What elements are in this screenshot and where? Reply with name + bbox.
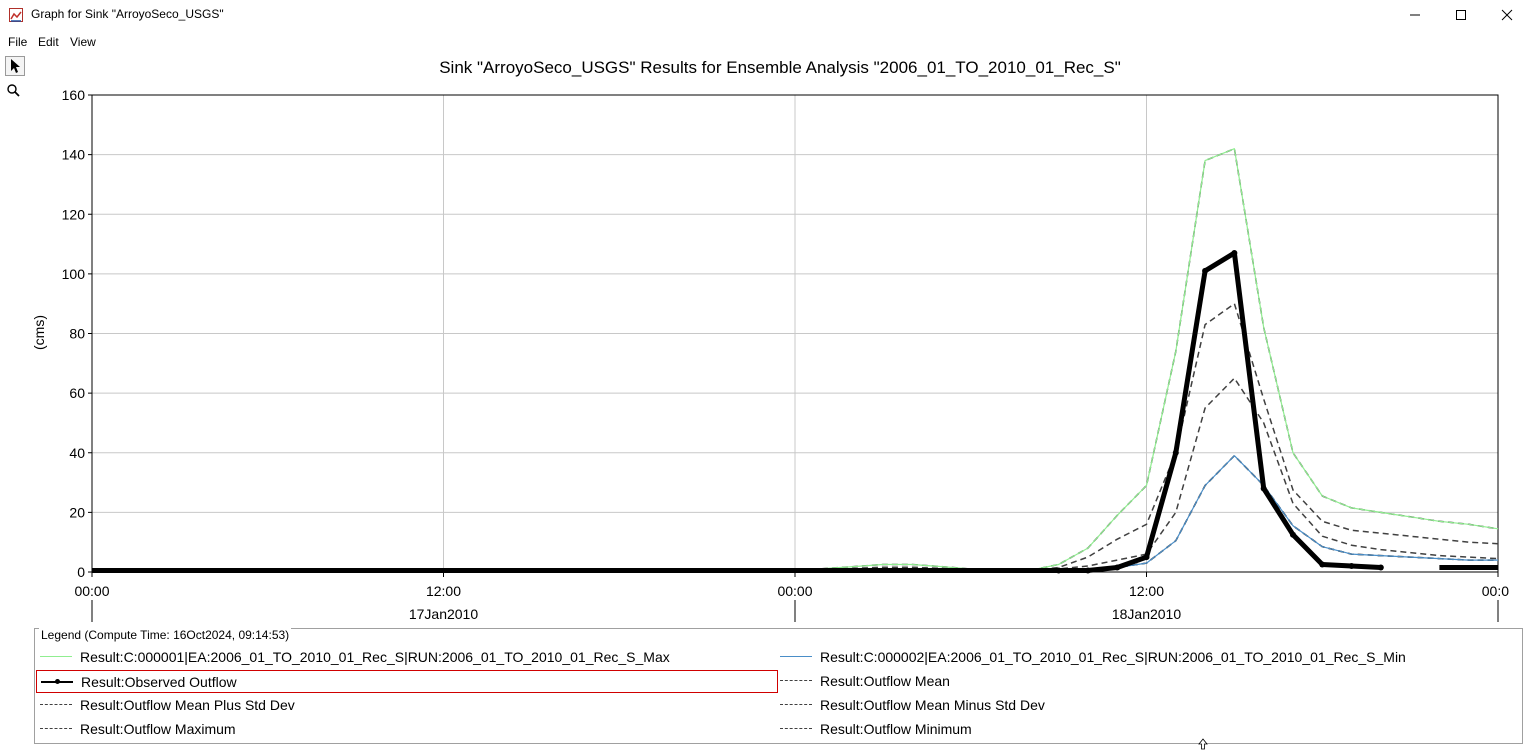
y-tick-label: 80 [69, 326, 85, 342]
observed-point [1231, 250, 1238, 257]
legend-swatch [40, 704, 72, 705]
x-date-label: 18Jan2010 [1112, 606, 1182, 622]
y-tick-label: 60 [69, 385, 85, 401]
legend-item-observed-outflow[interactable]: Result:Observed Outflow [36, 670, 778, 693]
observed-point [1348, 563, 1355, 570]
chart-title: Sink "ArroyoSeco_USGS" Results for Ensem… [439, 58, 1121, 77]
y-tick-label: 20 [69, 504, 85, 520]
y-tick-label: 140 [62, 147, 86, 163]
observed-point [1260, 485, 1267, 492]
legend-item-outflow-mean[interactable]: Result:Outflow Mean [776, 670, 1518, 692]
legend-swatch [780, 728, 812, 729]
marker-icon [55, 679, 60, 684]
legend-swatch [780, 704, 812, 705]
legend-swatch [780, 680, 812, 681]
legend-item-mean-plus-std[interactable]: Result:Outflow Mean Plus Std Dev [36, 694, 778, 716]
observed-point [1114, 564, 1121, 571]
legend-title: Legend (Compute Time: 16Oct2024, 09:14:5… [39, 628, 292, 642]
legend-swatch [40, 728, 72, 729]
legend-item-min-run[interactable]: Result:C:000002|EA:2006_01_TO_2010_01_Re… [776, 646, 1518, 668]
x-tick-label: 12:00 [1129, 583, 1164, 599]
x-tick-label: 12:00 [426, 583, 461, 599]
legend-item-max-run[interactable]: Result:C:000001|EA:2006_01_TO_2010_01_Re… [36, 646, 778, 668]
observed-point [1084, 567, 1091, 574]
y-tick-label: 40 [69, 445, 85, 461]
observed-point [1319, 561, 1326, 568]
legend-item-mean-minus-std[interactable]: Result:Outflow Mean Minus Std Dev [776, 694, 1518, 716]
x-tick-label: 00:00 [777, 583, 812, 599]
observed-point [1377, 564, 1384, 571]
observed-point [1143, 554, 1150, 561]
splitter-handle-icon[interactable] [1198, 738, 1208, 750]
observed-point [1055, 567, 1062, 574]
chart: Sink "ArroyoSeco_USGS" Results for Ensem… [31, 58, 1509, 622]
legend-swatch [780, 656, 812, 657]
x-tick-label: 00:00 [74, 583, 109, 599]
legend-item-outflow-minimum[interactable]: Result:Outflow Minimum [776, 718, 1518, 740]
legend-item-outflow-maximum[interactable]: Result:Outflow Maximum [36, 718, 778, 740]
legend-swatch [40, 656, 72, 657]
observed-point [1202, 267, 1209, 274]
y-tick-label: 160 [62, 87, 86, 103]
y-axis-label: (cms) [31, 315, 47, 350]
y-tick-label: 0 [77, 564, 85, 580]
y-tick-label: 120 [62, 206, 86, 222]
x-date-label: 17Jan2010 [409, 606, 479, 622]
observed-point [1172, 449, 1179, 456]
y-tick-label: 100 [62, 266, 86, 282]
observed-point [1289, 531, 1296, 538]
x-tick-label: 00:0 [1482, 583, 1509, 599]
